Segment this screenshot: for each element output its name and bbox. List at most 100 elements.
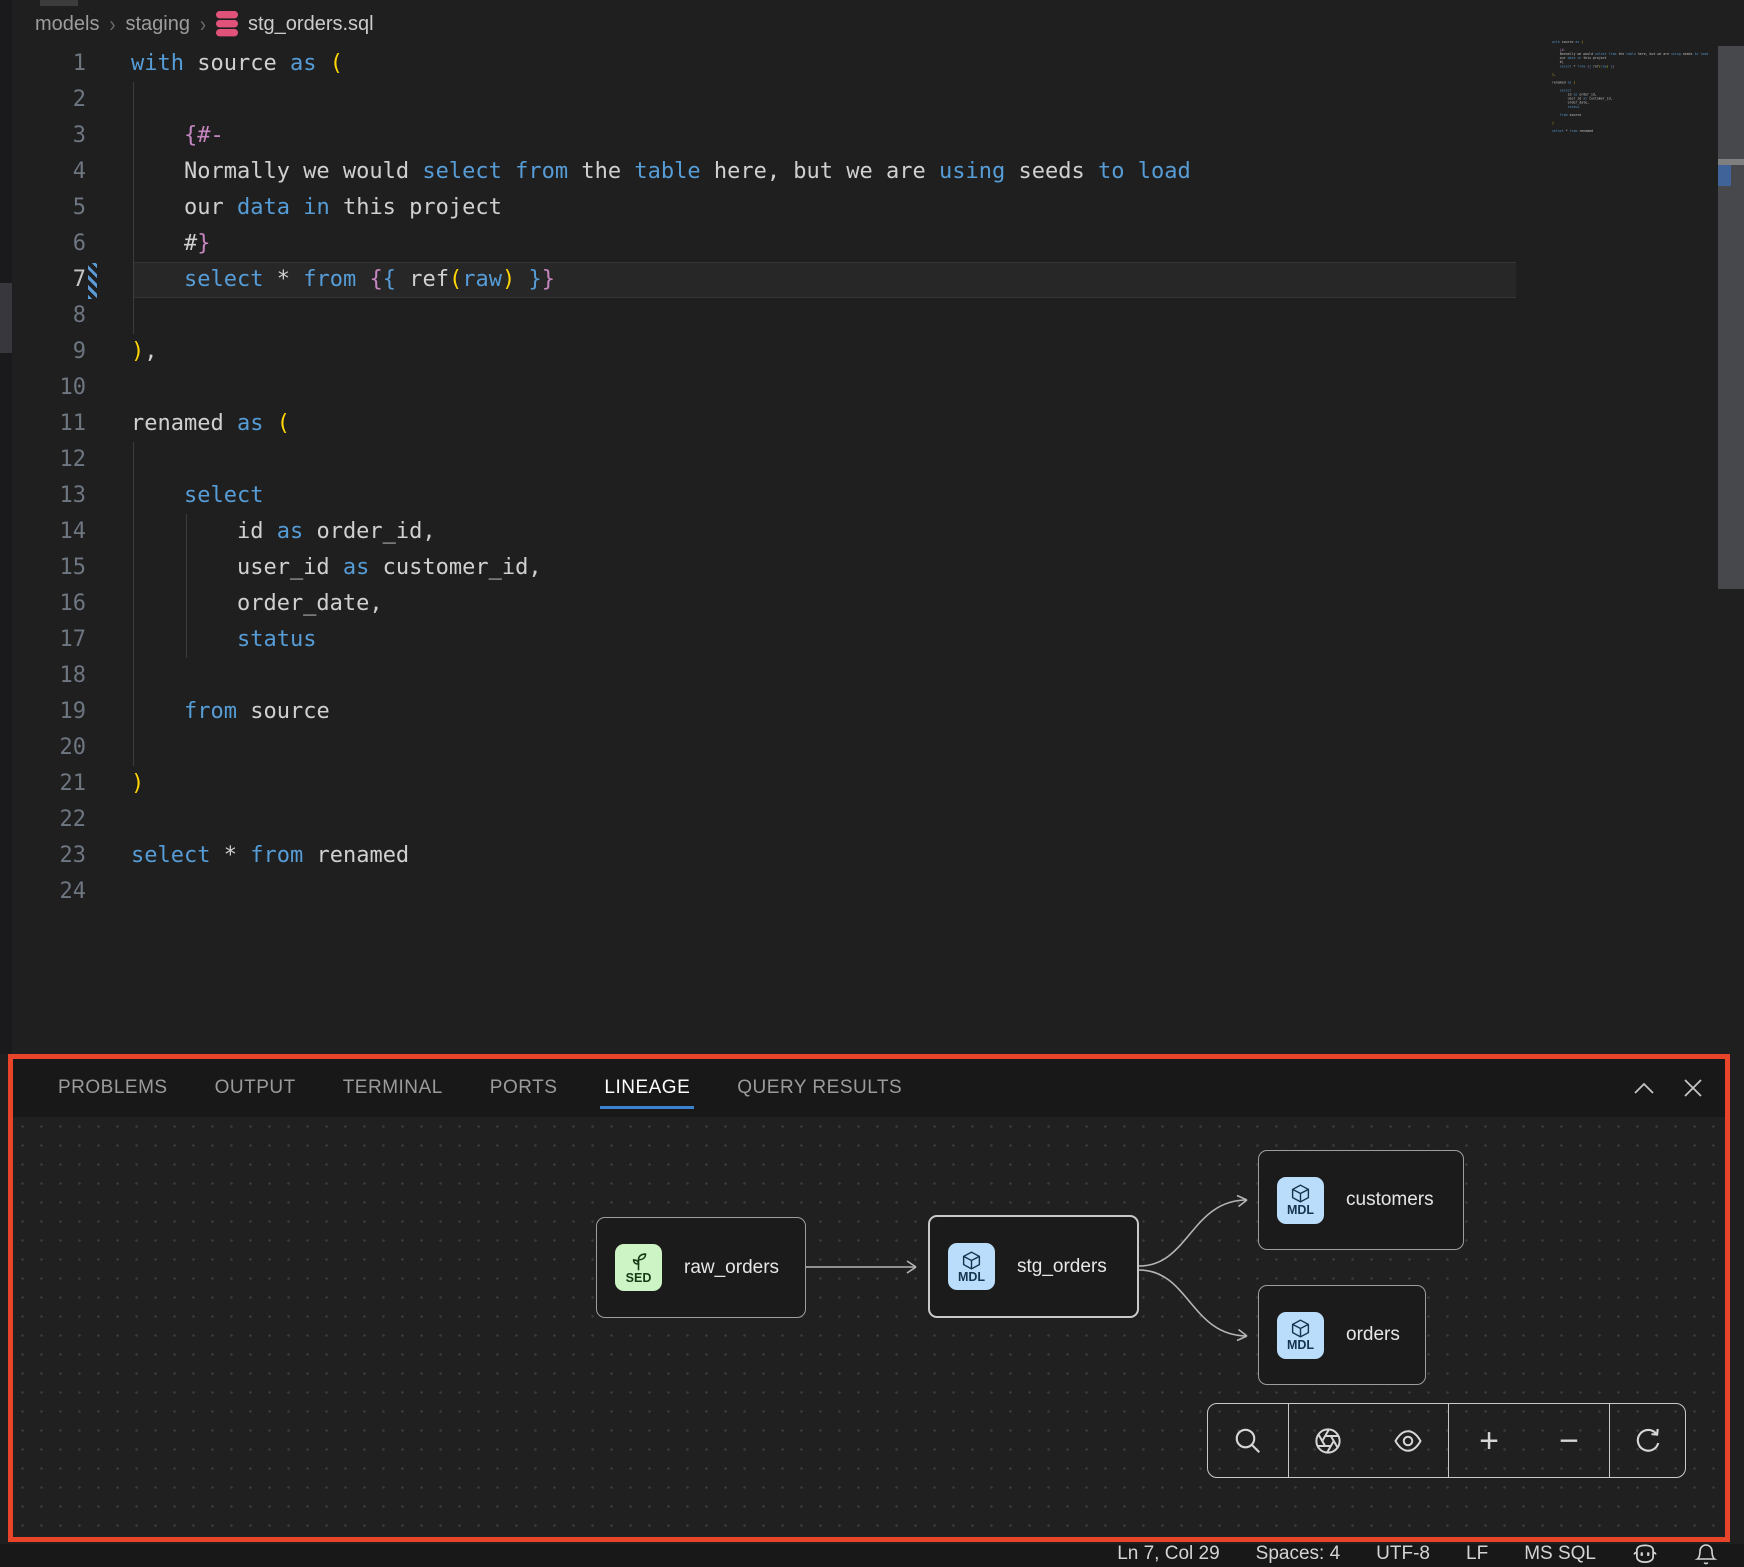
code-line-10[interactable]: 10 [0,370,1744,406]
breadcrumb-item-models[interactable]: models [35,13,99,36]
code-line-7[interactable]: 7 select * from {{ ref(raw) }} [0,262,1744,298]
aperture-icon[interactable] [1313,1426,1343,1456]
model-badge: MDL [1277,1177,1324,1224]
code-line-24[interactable]: 24 [0,874,1744,910]
code-line-21[interactable]: 21) [0,766,1744,802]
refresh-button[interactable] [1610,1404,1685,1477]
indentation-setting[interactable]: Spaces: 4 [1256,1543,1341,1565]
line-number[interactable]: 3 [0,118,86,154]
line-number[interactable]: 6 [0,226,86,262]
code-line-3[interactable]: 3 {#- [0,118,1744,154]
code-line-17[interactable]: 17 status [0,622,1744,658]
lineage-node-customers[interactable]: MDL customers [1258,1150,1464,1250]
vscode-window: models › staging › stg_orders.sql 1with … [0,0,1744,1567]
node-label: orders [1346,1324,1400,1346]
code-editor[interactable]: 1with source as (23 {#-4 Normally we wou… [0,46,1744,910]
line-number[interactable]: 15 [0,550,86,586]
code-line-5[interactable]: 5 our data in this project [0,190,1744,226]
line-number[interactable]: 21 [0,766,86,802]
line-number[interactable]: 8 [0,298,86,334]
line-number[interactable]: 1 [0,46,86,82]
code-line-16[interactable]: 16 order_date, [0,586,1744,622]
minimap[interactable]: with source as ( {#- Normally we would s… [1552,40,1732,150]
code-line-23[interactable]: 23select * from renamed [0,838,1744,874]
eye-icon[interactable] [1392,1426,1424,1456]
code-line-12[interactable]: 12 [0,442,1744,478]
lineage-node-stg-orders[interactable]: MDL stg_orders [928,1215,1139,1318]
copilot-icon[interactable] [1632,1543,1658,1565]
panel-tab-output[interactable]: OUTPUT [215,1063,296,1113]
node-label: stg_orders [1017,1256,1107,1278]
code-line-2[interactable]: 2 [0,82,1744,118]
file-encoding[interactable]: UTF-8 [1376,1543,1430,1565]
line-number[interactable]: 2 [0,82,86,118]
badge-label: SED [626,1272,652,1285]
cube-icon [1290,1318,1311,1339]
panel-tab-lineage[interactable]: LINEAGE [604,1063,690,1113]
line-number[interactable]: 19 [0,694,86,730]
code-line-11[interactable]: 11renamed as ( [0,406,1744,442]
scrollbar[interactable] [1718,46,1744,589]
bottom-panel: PROBLEMS OUTPUT TERMINAL PORTS LINEAGE QUERY … [8,1054,1730,1542]
breadcrumb-item-staging[interactable]: staging [125,13,190,36]
lineage-node-raw-orders[interactable]: SED raw_orders [596,1217,806,1318]
line-number[interactable]: 12 [0,442,86,478]
breadcrumb-file-name[interactable]: stg_orders.sql [248,13,374,36]
code-line-15[interactable]: 15 user_id as customer_id, [0,550,1744,586]
panel-tab-ports[interactable]: PORTS [490,1063,558,1113]
language-mode[interactable]: MS SQL [1524,1543,1596,1565]
line-number[interactable]: 17 [0,622,86,658]
badge-label: MDL [1287,1339,1314,1352]
node-label: raw_orders [684,1257,779,1279]
search-icon [1233,1426,1263,1456]
line-number[interactable]: 14 [0,514,86,550]
line-number[interactable]: 5 [0,190,86,226]
line-number[interactable]: 9 [0,334,86,370]
line-number[interactable]: 18 [0,658,86,694]
notifications-bell-icon[interactable] [1694,1542,1718,1566]
status-bar: Ln 7, Col 29 Spaces: 4 UTF-8 LF MS SQL [0,1544,1744,1567]
line-number[interactable]: 20 [0,730,86,766]
lineage-toolbar: + − [1207,1403,1686,1478]
zoom-in-button[interactable]: + [1479,1424,1499,1458]
model-badge: MDL [948,1243,995,1290]
code-line-6[interactable]: 6 #} [0,226,1744,262]
code-line-18[interactable]: 18 [0,658,1744,694]
breadcrumb: models › staging › stg_orders.sql [35,8,374,40]
lineage-node-orders[interactable]: MDL orders [1258,1285,1426,1385]
code-line-1[interactable]: 1with source as ( [0,46,1744,82]
chevron-right-icon: › [200,11,206,37]
seed-badge: SED [615,1244,662,1291]
line-number[interactable]: 4 [0,154,86,190]
cube-icon [1290,1183,1311,1204]
line-number[interactable]: 7 [0,262,86,298]
code-line-13[interactable]: 13 select [0,478,1744,514]
code-line-22[interactable]: 22 [0,802,1744,838]
panel-tab-terminal[interactable]: TERMINAL [343,1063,443,1113]
line-number[interactable]: 22 [0,802,86,838]
eol-setting[interactable]: LF [1466,1543,1488,1565]
line-number[interactable]: 11 [0,406,86,442]
panel-tab-problems[interactable]: PROBLEMS [58,1063,168,1113]
cursor-position[interactable]: Ln 7, Col 29 [1117,1543,1219,1565]
indent-guide [133,82,134,334]
line-number[interactable]: 10 [0,370,86,406]
panel-tab-query-results[interactable]: QUERY RESULTS [737,1063,902,1113]
badge-label: MDL [958,1271,985,1284]
line-number[interactable]: 16 [0,586,86,622]
code-line-4[interactable]: 4 Normally we would select from the tabl… [0,154,1744,190]
code-line-14[interactable]: 14 id as order_id, [0,514,1744,550]
panel-collapse-chevron-up-icon[interactable] [1633,1081,1655,1095]
line-number[interactable]: 24 [0,874,86,910]
lineage-canvas[interactable]: SED raw_orders MDL stg_orders [13,1117,1725,1537]
code-line-20[interactable]: 20 [0,730,1744,766]
refresh-icon [1633,1426,1663,1456]
line-number[interactable]: 23 [0,838,86,874]
panel-close-icon[interactable] [1683,1078,1703,1098]
zoom-out-button[interactable]: − [1559,1424,1579,1458]
code-line-9[interactable]: 9), [0,334,1744,370]
line-number[interactable]: 13 [0,478,86,514]
search-button[interactable] [1208,1404,1289,1477]
code-line-8[interactable]: 8 [0,298,1744,334]
code-line-19[interactable]: 19 from source [0,694,1744,730]
